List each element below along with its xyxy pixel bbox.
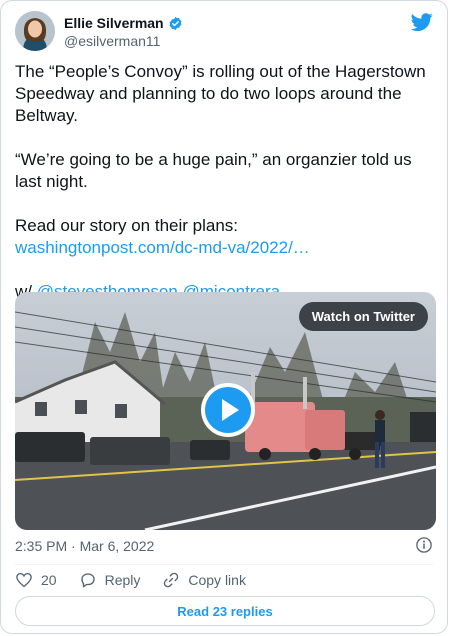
read-replies-button[interactable]: Read 23 replies (15, 596, 435, 626)
tweet-paragraph-1: The “People’s Convoy” is rolling out of … (15, 62, 426, 125)
author-name[interactable]: Ellie Silverman (64, 15, 164, 31)
info-icon[interactable] (415, 536, 433, 554)
twitter-bird-icon[interactable] (411, 11, 433, 33)
tweet-timestamp[interactable]: 2:35 PM · Mar 6, 2022 (15, 538, 154, 554)
author-row: Ellie Silverman (64, 15, 183, 31)
copy-link-action[interactable]: Copy link (162, 571, 246, 589)
story-intro: Read our story on their plans: (15, 216, 239, 235)
link-icon (164, 572, 179, 588)
reply-icon (80, 573, 95, 588)
copy-link-label: Copy link (188, 572, 246, 588)
play-icon[interactable] (200, 382, 256, 438)
verified-icon (169, 16, 182, 30)
tweet-paragraph-2: “We’re going to be a huge pain,” an orga… (15, 150, 412, 191)
like-count: 20 (41, 572, 57, 588)
reply-label: Reply (104, 572, 141, 588)
action-bar: 20 Reply Copy link (15, 571, 268, 589)
divider (15, 564, 433, 565)
story-link[interactable]: washingtonpost.com/dc-md-va/2022/… (15, 238, 310, 257)
tweet-text: The “People’s Convoy” is rolling out of … (15, 61, 435, 303)
avatar[interactable] (15, 11, 55, 51)
video-media[interactable]: Watch on Twitter (15, 292, 436, 530)
tweet-card: Ellie Silverman @esilverman11 The “Peopl… (0, 0, 448, 634)
author-handle[interactable]: @esilverman11 (64, 33, 160, 49)
tweet-paragraph-3: Read our story on their plans: washington… (15, 215, 435, 259)
reply-action[interactable]: Reply (79, 571, 141, 589)
watch-on-twitter-button[interactable]: Watch on Twitter (298, 302, 428, 331)
like-action[interactable]: 20 (15, 571, 57, 589)
heart-icon (16, 572, 32, 588)
